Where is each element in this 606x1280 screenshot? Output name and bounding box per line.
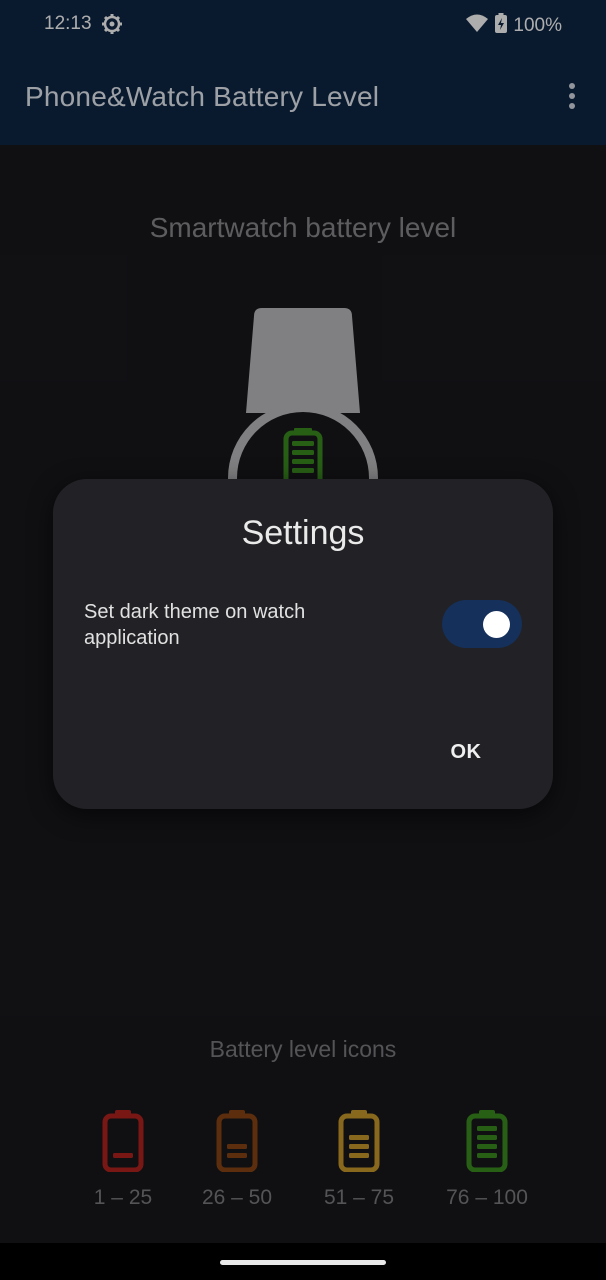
- home-handle[interactable]: [220, 1260, 386, 1265]
- toggle-knob: [483, 611, 510, 638]
- ok-button[interactable]: OK: [438, 735, 494, 769]
- settings-dialog: Settings Set dark theme on watch applica…: [53, 479, 553, 809]
- navigation-bar: [0, 1243, 606, 1280]
- dark-theme-setting-label: Set dark theme on watch application: [84, 601, 306, 649]
- dark-theme-toggle[interactable]: [442, 600, 522, 648]
- dialog-title: Settings: [241, 514, 365, 552]
